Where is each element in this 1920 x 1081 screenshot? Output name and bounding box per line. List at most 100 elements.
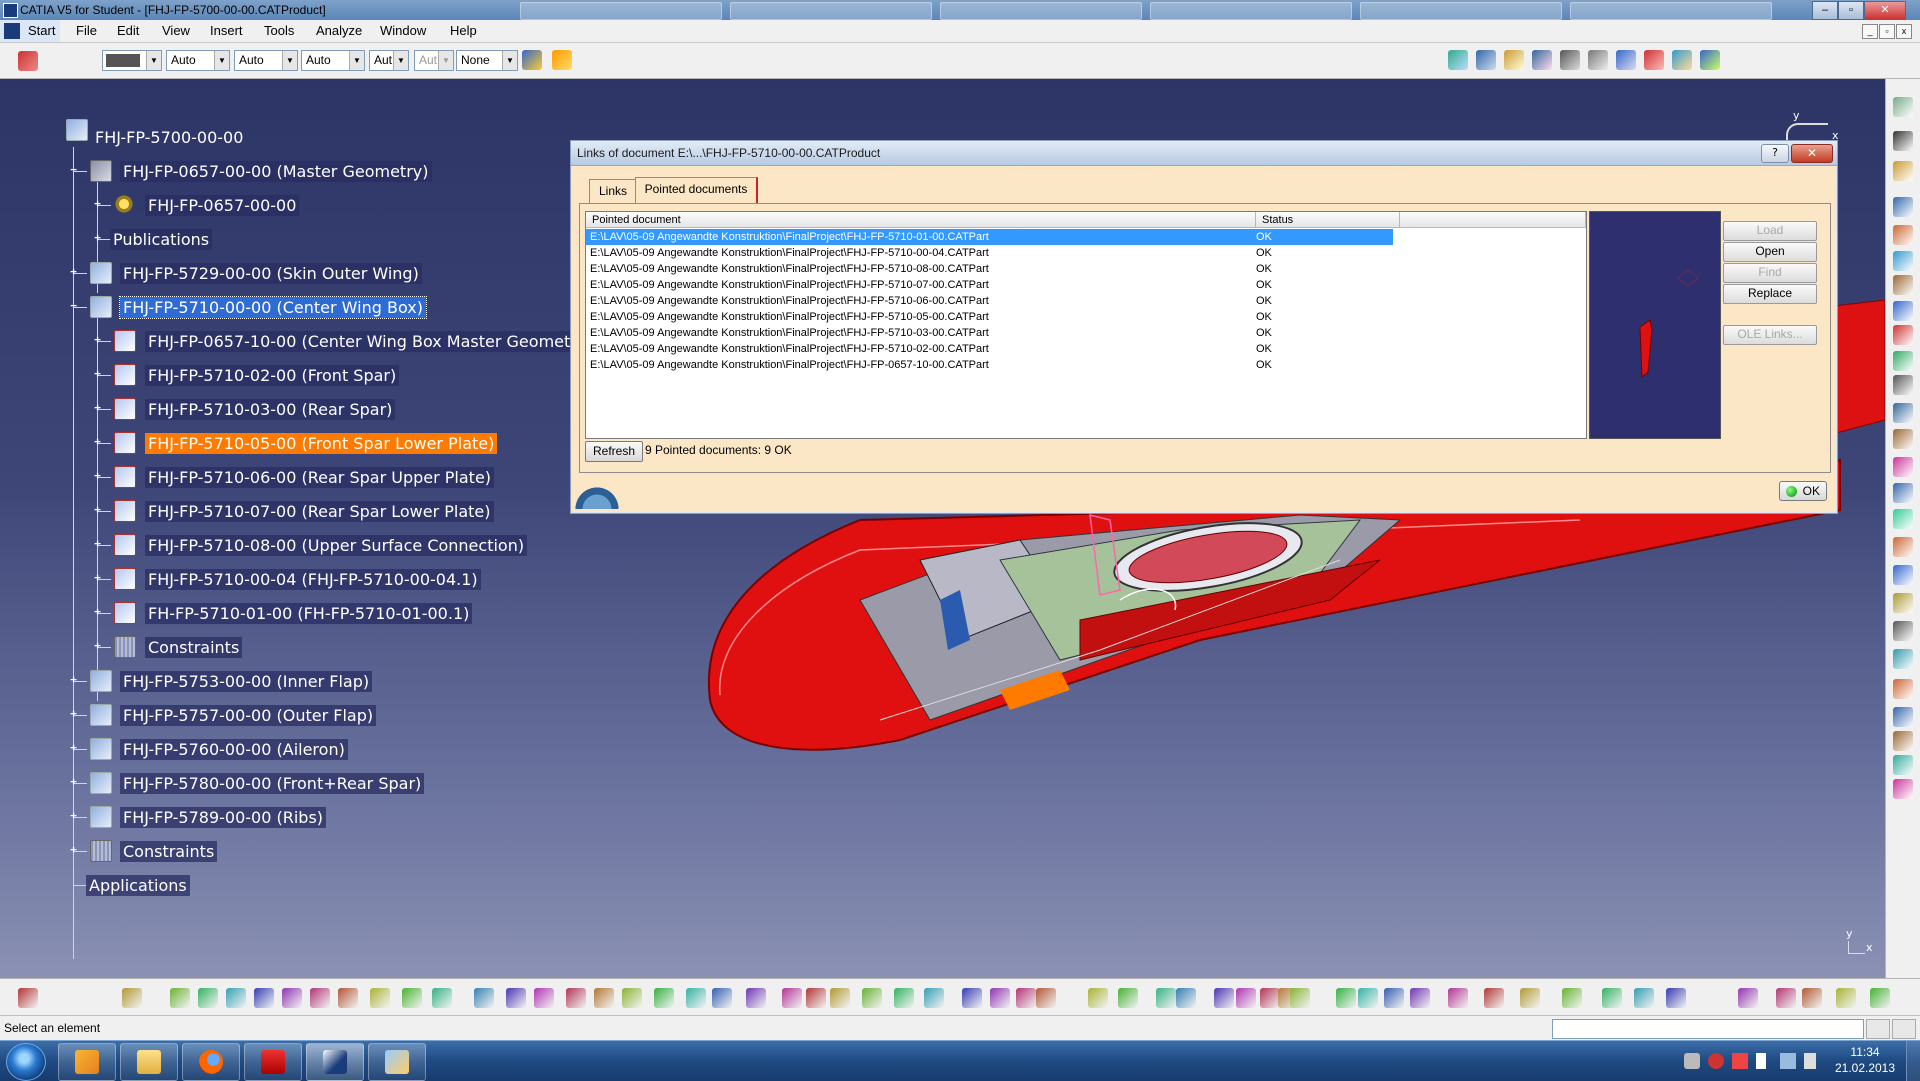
tree-node-label[interactable]: FHJ-FP-5710-00-00 (Center Wing Box)	[119, 296, 427, 319]
toolbar-tool-icon[interactable]	[1634, 988, 1654, 1008]
expand-icon[interactable]: +	[69, 708, 78, 719]
expand-icon[interactable]: +	[93, 470, 102, 481]
toolbar-tool-icon[interactable]	[862, 988, 882, 1008]
toolbar-tool-icon[interactable]	[1802, 988, 1822, 1008]
tree-node-label[interactable]: FHJ-FP-5710-07-00 (Rear Spar Lower Plate…	[145, 501, 494, 522]
replace-button[interactable]: Replace	[1723, 284, 1817, 304]
toolbar-tool-icon[interactable]	[990, 988, 1010, 1008]
tree-node-label[interactable]: FHJ-FP-5780-00-00 (Front+Rear Spar)	[120, 773, 425, 794]
tree-node-label[interactable]: FHJ-FP-5753-00-00 (Inner Flap)	[120, 671, 373, 692]
tray-network-icon[interactable]	[1780, 1053, 1796, 1069]
expand-icon[interactable]: +	[93, 402, 102, 413]
acrobat-task-button[interactable]	[244, 1043, 302, 1081]
refresh-button[interactable]: Refresh	[585, 441, 643, 462]
transparency-combo[interactable]: Auto ▼	[166, 50, 230, 71]
refresh-icon[interactable]	[1672, 50, 1692, 70]
toolbar-tool-icon[interactable]	[1290, 988, 1310, 1008]
expand-icon[interactable]: +	[93, 232, 102, 243]
toolbar-tool-icon[interactable]	[1602, 988, 1622, 1008]
graph-tree-icon[interactable]	[1893, 325, 1913, 345]
expand-icon[interactable]: +	[69, 674, 78, 685]
toolbar-tool-icon[interactable]	[338, 988, 358, 1008]
tree-node-label[interactable]: FHJ-FP-0657-10-00 (Center Wing Box Maste…	[145, 331, 596, 352]
toolbar-tool-icon[interactable]	[1410, 988, 1430, 1008]
explorer-task-button[interactable]	[120, 1043, 178, 1081]
column-header-status[interactable]: Status	[1256, 212, 1400, 228]
maximize-button[interactable]: ▫	[1838, 1, 1864, 20]
toolbar-tool-icon[interactable]	[1176, 988, 1196, 1008]
toolbar-tool-icon[interactable]	[18, 988, 38, 1008]
toolbar-tool-icon[interactable]	[402, 988, 422, 1008]
toolbar-tool-icon[interactable]	[806, 988, 826, 1008]
axis-system-icon[interactable]	[1893, 97, 1913, 117]
tab-pointed-documents[interactable]: Pointed documents	[635, 177, 758, 205]
reuse-pattern-icon[interactable]	[1893, 731, 1913, 751]
menu-start[interactable]: Start	[0, 20, 60, 42]
tree-node-label[interactable]: FH-FP-5710-01-00 (FH-FP-5710-01-00.1)	[145, 603, 473, 624]
toolbar-tool-icon[interactable]	[1384, 988, 1404, 1008]
windows-start-icon[interactable]	[6, 1043, 46, 1081]
catalog-browser-icon[interactable]	[1893, 779, 1913, 799]
menu-tools[interactable]: Tools	[264, 23, 294, 38]
expand-icon[interactable]: +	[93, 538, 102, 549]
tree-node-label[interactable]: Publications	[110, 229, 213, 250]
offset-constraint-icon[interactable]	[1893, 565, 1913, 585]
knowledge-icon[interactable]	[1700, 50, 1720, 70]
scene-icon[interactable]	[1893, 755, 1913, 775]
toolbar-tool-icon[interactable]	[1520, 988, 1540, 1008]
toolbar-tool-icon[interactable]	[474, 988, 494, 1008]
tree-node-label[interactable]: FHJ-FP-5729-00-00 (Skin Outer Wing)	[120, 263, 422, 284]
bill-of-material-icon[interactable]	[1893, 375, 1913, 395]
toolbar-tool-icon[interactable]	[746, 988, 766, 1008]
tree-node-label[interactable]: FHJ-FP-5710-03-00 (Rear Spar)	[145, 399, 396, 420]
document-row[interactable]: E:\LAV\05-09 Angewandte Konstruktion\Fin…	[586, 261, 1393, 277]
tree-node-label[interactable]: FHJ-FP-5757-00-00 (Outer Flap)	[120, 705, 377, 726]
new-component-icon[interactable]	[1893, 197, 1913, 217]
toolbar-tool-icon[interactable]	[962, 988, 982, 1008]
line-type-combo[interactable]: Auto ▼	[301, 50, 365, 71]
catalog-icon[interactable]	[1616, 50, 1636, 70]
doc-restore-icon[interactable]: ▫	[1879, 24, 1895, 39]
menu-file[interactable]: File	[76, 23, 97, 38]
expand-icon[interactable]: +	[69, 844, 78, 855]
tree-node-label[interactable]: FHJ-FP-5710-05-00 (Front Spar Lower Plat…	[145, 433, 498, 454]
tree-node-label[interactable]: FHJ-FP-5789-00-00 (Ribs)	[120, 807, 327, 828]
toolbar-tool-icon[interactable]	[1118, 988, 1138, 1008]
tree-root-label[interactable]: FHJ-FP-5700-00-00	[92, 127, 246, 148]
manipulate-icon[interactable]	[1893, 403, 1913, 423]
expand-icon[interactable]: +	[69, 266, 78, 277]
tray-keyboard-icon[interactable]	[1684, 1053, 1700, 1069]
toolbar-tool-icon[interactable]	[1336, 988, 1356, 1008]
toolbar-tool-icon[interactable]	[310, 988, 330, 1008]
menu-help[interactable]: Help	[450, 23, 477, 38]
select-tool-icon[interactable]	[18, 51, 38, 71]
toolbar-tool-icon[interactable]	[1666, 988, 1686, 1008]
tree-node-label[interactable]: FHJ-FP-5710-00-04 (FHJ-FP-5710-00-04.1)	[145, 569, 481, 590]
stop-manipulate-icon[interactable]	[1893, 483, 1913, 503]
toolbar-tool-icon[interactable]	[254, 988, 274, 1008]
toolbar-tool-icon[interactable]	[122, 988, 142, 1008]
color-combo[interactable]: ▼	[102, 50, 162, 71]
toolbar-tool-icon[interactable]	[226, 988, 246, 1008]
toolbar-tool-icon[interactable]	[370, 988, 390, 1008]
toolbar-tool-icon[interactable]	[1088, 988, 1108, 1008]
toolbar-tool-icon[interactable]	[1260, 988, 1280, 1008]
toolbar-tool-icon[interactable]	[1448, 988, 1468, 1008]
document-row[interactable]: E:\LAV\05-09 Angewandte Konstruktion\Fin…	[586, 245, 1393, 261]
replace-component-icon[interactable]	[1893, 301, 1913, 321]
anchor-icon[interactable]	[1560, 50, 1580, 70]
toolbar-tool-icon[interactable]	[1836, 988, 1856, 1008]
snap-icon[interactable]	[1893, 429, 1913, 449]
line-thickness-combo[interactable]: Auto ▼	[234, 50, 298, 71]
expand-icon[interactable]: +	[69, 776, 78, 787]
paint-task-button[interactable]	[368, 1043, 426, 1081]
toolbar-tool-icon[interactable]	[686, 988, 706, 1008]
format-painter-icon[interactable]	[522, 50, 542, 70]
toolbar-tool-icon[interactable]	[594, 988, 614, 1008]
angle-constraint-icon[interactable]	[1893, 593, 1913, 613]
menu-window[interactable]: Window	[380, 23, 426, 38]
expand-icon[interactable]: +	[93, 504, 102, 515]
toolbar-tool-icon[interactable]	[198, 988, 218, 1008]
toolbar-tool-icon[interactable]	[534, 988, 554, 1008]
toolbar-tool-icon[interactable]	[924, 988, 944, 1008]
